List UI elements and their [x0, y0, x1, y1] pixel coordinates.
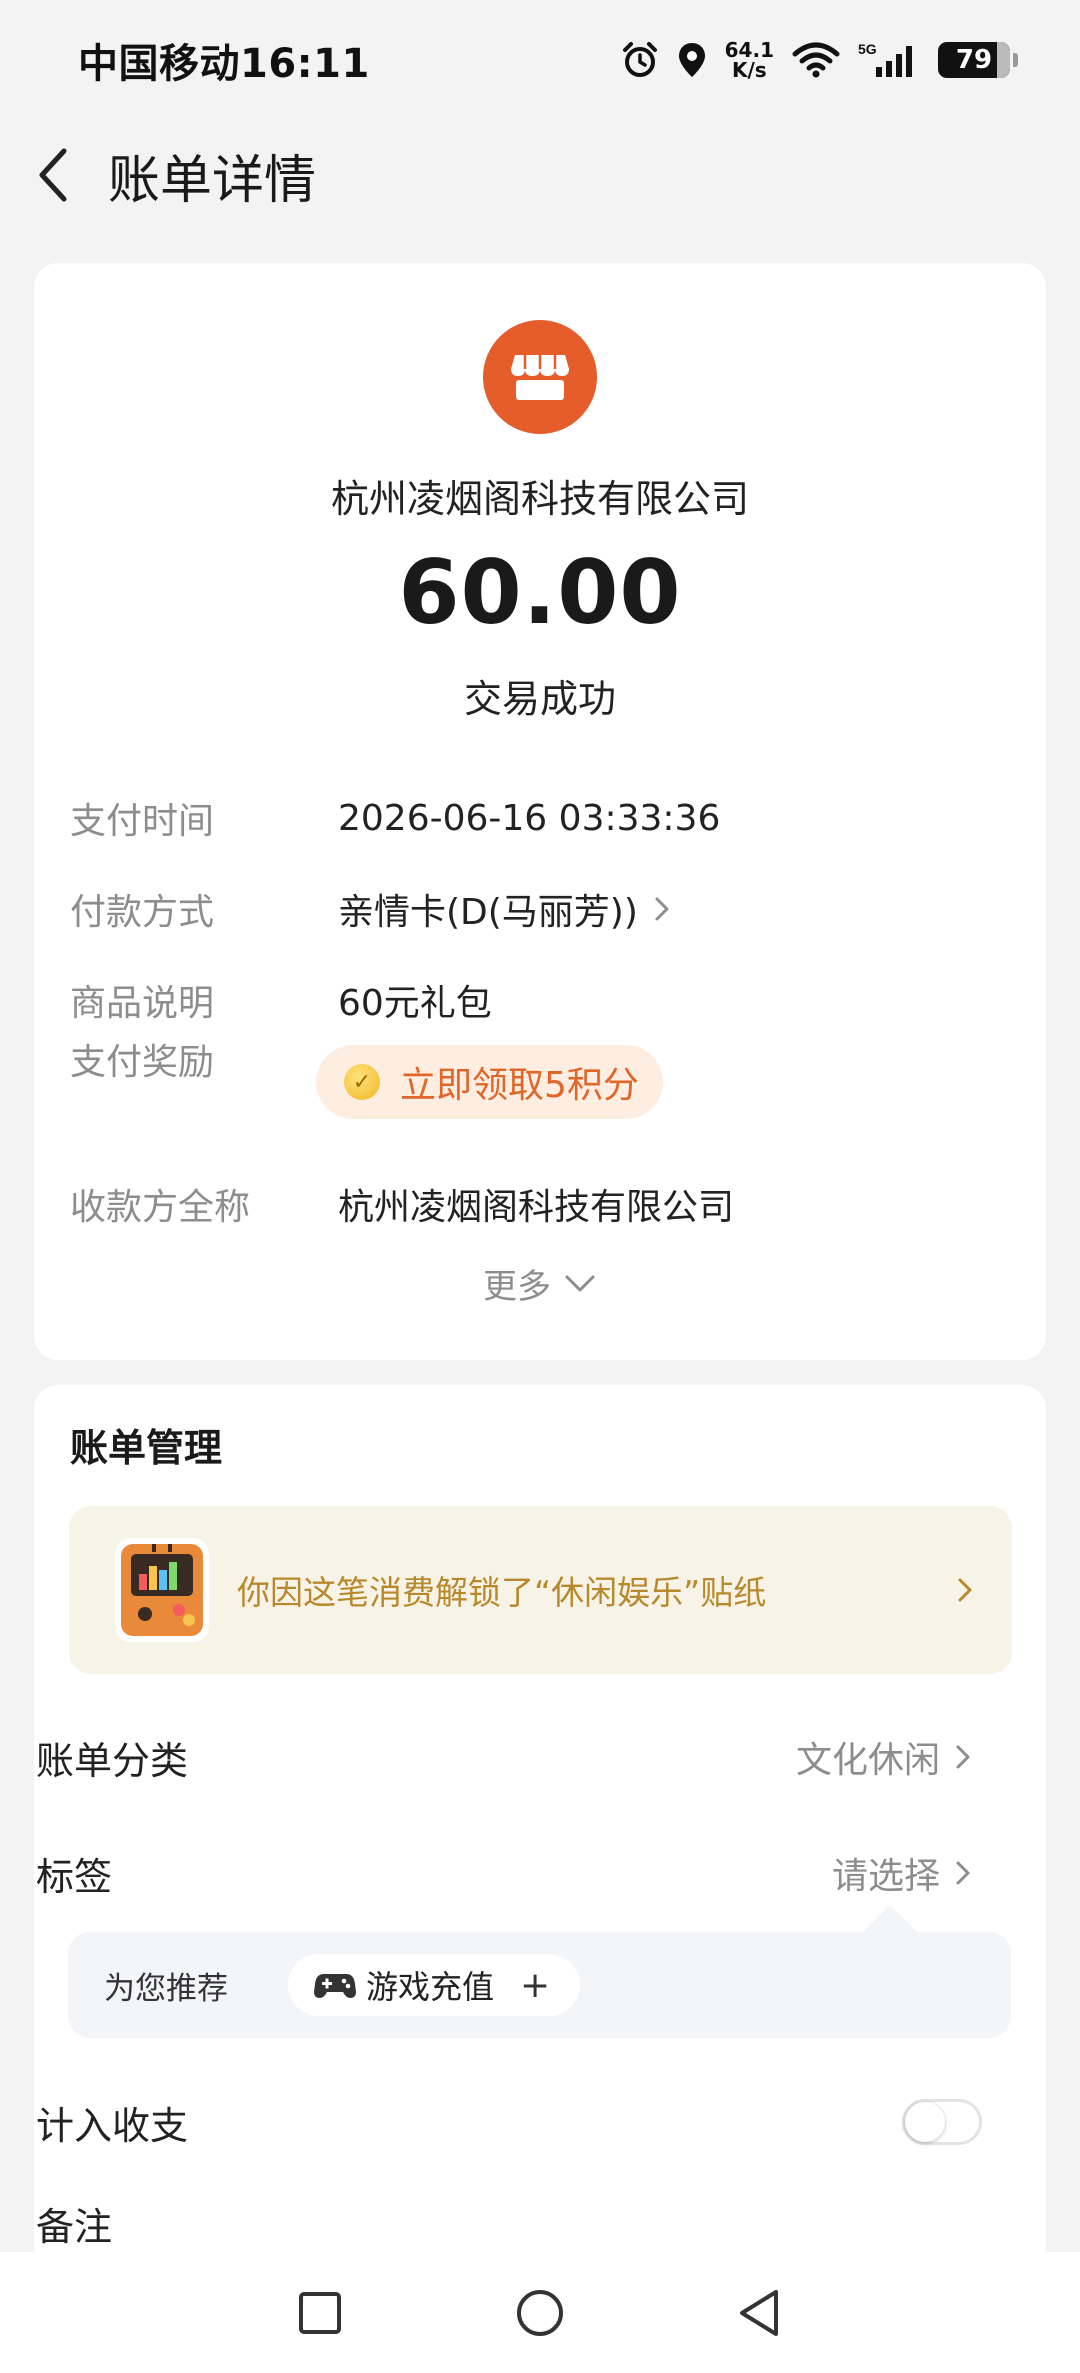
net-speed-unit: K/s — [731, 58, 767, 82]
transaction-amount: 60.00 — [398, 541, 682, 644]
pay-time-row: 支付时间 2026-06-16 03:33:36 — [70, 788, 1010, 848]
pay-method-row[interactable]: 付款方式 亲情卡(D(马丽芳)) — [70, 879, 1010, 939]
battery-level: 79 — [955, 45, 993, 75]
claim-points-label: 立即领取5积分 — [400, 1065, 639, 1106]
count-in-income-label: 计入收支 — [36, 2103, 189, 2148]
net-speed: 64.1 K/s — [725, 40, 774, 80]
game-console-sticker-icon — [115, 1538, 209, 1642]
recommend-chip-label: 游戏充值 — [366, 1968, 495, 2006]
chevron-right-icon — [958, 1578, 972, 1602]
note-label: 备注 — [36, 2204, 113, 2249]
bill-summary-card: 杭州凌烟阁科技有限公司 60.00 交易成功 支付时间 2026-06-16 0… — [34, 263, 1046, 1360]
sticker-unlock-text: 你因这笔消费解锁了“休闲娱乐”贴纸 — [237, 1573, 767, 1612]
toggle-knob — [905, 2102, 945, 2142]
tags-value-wrap[interactable]: 请选择 — [832, 1847, 976, 1899]
back-nav-button[interactable] — [736, 2287, 784, 2339]
note-row[interactable]: 备注 — [36, 2188, 976, 2258]
goods-value: 60元礼包 — [338, 983, 492, 1024]
chevron-down-icon — [565, 1275, 595, 1292]
pay-time-value: 2026-06-16 03:33:36 — [338, 797, 721, 839]
goods-row: 商品说明 60元礼包 — [70, 970, 1010, 1030]
chevron-right-icon — [655, 897, 669, 921]
status-bar: 中国移动16:11 64.1 K/s 5G 79 — [0, 0, 1080, 120]
recent-apps-button[interactable] — [296, 2289, 344, 2337]
tags-value: 请选择 — [831, 1856, 940, 1897]
count-in-income-toggle[interactable] — [902, 2099, 982, 2145]
back-arrow-icon — [39, 148, 67, 202]
home-button[interactable] — [514, 2287, 566, 2339]
recommend-label: 为您推荐 — [104, 1970, 228, 2007]
carrier-time: 中国移动16:11 — [78, 41, 370, 87]
header: 账单详情 — [0, 120, 1080, 230]
net-speed-value: 64.1 — [724, 38, 774, 62]
payee-value: 杭州凌烟阁科技有限公司 — [338, 1187, 735, 1228]
location-icon — [677, 41, 707, 79]
pay-method-value: 亲情卡(D(马丽芳)) — [338, 892, 638, 933]
tags-row[interactable]: 标签 请选择 — [36, 1838, 976, 1908]
more-button[interactable]: 更多 — [34, 1253, 1046, 1313]
reward-row: 支付奖励 ✓ 立即领取5积分 — [70, 1031, 1010, 1119]
battery-icon: 79 — [938, 42, 1018, 78]
back-button[interactable] — [0, 120, 114, 230]
payee-row: 收款方全称 杭州凌烟阁科技有限公司 — [70, 1174, 1010, 1234]
pay-method-value-wrap[interactable]: 亲情卡(D(马丽芳)) — [338, 883, 678, 935]
page-title: 账单详情 — [108, 150, 317, 211]
reward-label: 支付奖励 — [70, 1042, 215, 1083]
more-label: 更多 — [483, 1266, 551, 1307]
merchant-name: 杭州凌烟阁科技有限公司 — [330, 477, 749, 521]
tags-label: 标签 — [36, 1854, 113, 1899]
gamepad-icon — [314, 1974, 356, 1998]
count-in-income-row: 计入收支 — [36, 2087, 982, 2157]
payee-label: 收款方全称 — [70, 1187, 251, 1228]
bill-category-value-wrap[interactable]: 文化休闲 — [796, 1731, 976, 1783]
merchant-store-icon — [483, 320, 597, 434]
wifi-icon — [792, 42, 840, 78]
system-navigation-bar — [0, 2252, 1080, 2373]
pay-time-label: 支付时间 — [70, 801, 215, 842]
pay-method-label: 付款方式 — [70, 892, 215, 933]
bill-category-row[interactable]: 账单分类 文化休闲 — [36, 1722, 976, 1792]
chevron-right-icon — [956, 1861, 970, 1885]
bill-category-label: 账单分类 — [36, 1738, 189, 1783]
chevron-right-icon — [956, 1745, 970, 1769]
status-icons: 64.1 K/s 5G 79 — [621, 40, 1018, 80]
sticker-unlock-banner[interactable]: 你因这笔消费解锁了“休闲娱乐”贴纸 — [69, 1506, 1012, 1674]
tag-recommendation-box: 为您推荐 游戏充值 + — [68, 1932, 1011, 2038]
section-title: 账单管理 — [70, 1426, 223, 1470]
points-coin-icon: ✓ — [344, 1064, 380, 1100]
goods-label: 商品说明 — [70, 983, 215, 1024]
alarm-icon — [621, 41, 659, 79]
claim-points-button[interactable]: ✓ 立即领取5积分 — [316, 1045, 663, 1119]
plus-icon: + — [520, 1964, 551, 2006]
network-type: 5G — [858, 41, 877, 57]
bill-category-value: 文化休闲 — [795, 1740, 940, 1781]
add-tag-chip[interactable]: 游戏充值 + — [288, 1954, 581, 2016]
cellular-signal-icon: 5G — [858, 41, 920, 79]
transaction-status: 交易成功 — [463, 677, 616, 721]
recommend-pointer — [862, 1905, 918, 1933]
